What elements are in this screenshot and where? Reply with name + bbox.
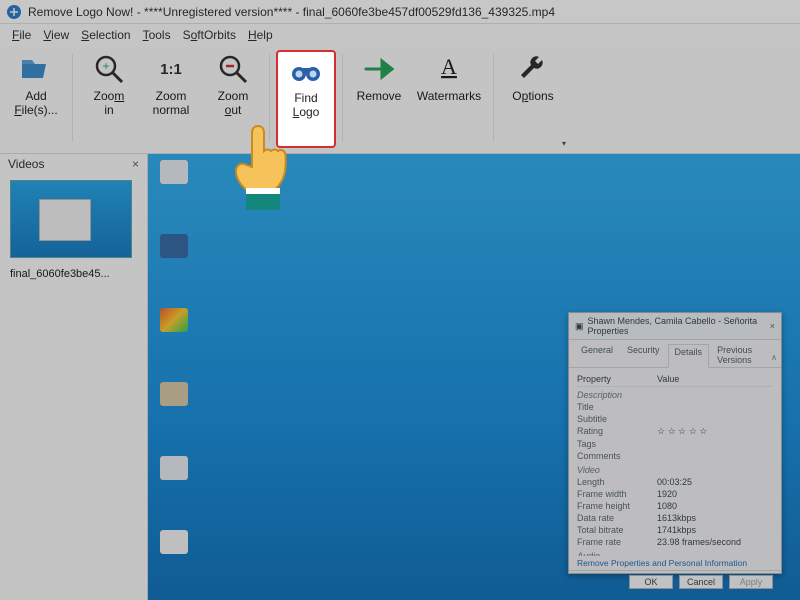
menu-file[interactable]: File [12, 28, 31, 42]
video-canvas[interactable]: ▣ Shawn Mendes, Camila Cabello - Señorit… [148, 154, 800, 600]
prop-val: 23.98 frames/second [657, 537, 741, 547]
zoom-in-icon: + [92, 52, 126, 86]
sidebar-header: Videos × [0, 154, 147, 174]
prop-key: Frame width [577, 489, 649, 499]
separator [72, 54, 73, 142]
prop-key: Rating [577, 426, 649, 437]
properties-dialog: ▣ Shawn Mendes, Camila Cabello - Señorit… [568, 312, 782, 574]
apply-button[interactable]: Apply [729, 575, 773, 589]
options-expand-icon[interactable]: ▾ [562, 139, 566, 148]
prop-val: 1920 [657, 489, 677, 499]
tab-security[interactable]: Security [621, 343, 666, 367]
zoom-out-icon [216, 52, 250, 86]
section-video: Video [577, 462, 773, 476]
prop-key: Length [577, 477, 649, 487]
app-icon [6, 4, 22, 20]
tab-details[interactable]: Details [668, 344, 710, 368]
video-thumbnail-label: final_6060fe3be45... [10, 268, 137, 280]
prop-val: 00:03:25 [657, 477, 692, 487]
find-logo-button[interactable]: FindLogo [276, 50, 336, 148]
svg-text:+: + [102, 59, 109, 73]
zoom-in-label: Zoomin [94, 90, 125, 118]
wrench-icon [516, 52, 550, 86]
sidebar-title: Videos [8, 157, 44, 171]
zoom-in-button[interactable]: + Zoomin [79, 50, 139, 148]
remove-label: Remove [357, 90, 402, 104]
window-title: Remove Logo Now! - ****Unregistered vers… [28, 5, 555, 19]
section-audio: Audio [577, 548, 773, 556]
cancel-button[interactable]: Cancel [679, 575, 723, 589]
add-files-button[interactable]: AddFile(s)... [6, 50, 66, 148]
folder-open-icon [19, 52, 53, 86]
add-files-label: AddFile(s)... [14, 90, 57, 118]
remove-properties-link[interactable]: Remove Properties and Personal Informati… [569, 556, 781, 570]
prop-key: Frame height [577, 501, 649, 511]
zoom-out-button[interactable]: Zoomout [203, 50, 263, 148]
zoom-normal-icon: 1:1 [154, 52, 188, 86]
menu-bar: File View Selection Tools SoftOrbits Hel… [0, 24, 800, 46]
menu-tools[interactable]: Tools [143, 28, 171, 42]
zoom-normal-label: Zoomnormal [153, 90, 190, 118]
binoculars-icon [289, 54, 323, 88]
desktop-icon [154, 160, 194, 200]
separator [269, 54, 270, 142]
prop-key: Title [577, 402, 649, 412]
properties-body: Property Value Description Title Subtitle… [569, 368, 781, 556]
prop-val: ☆ ☆ ☆ ☆ ☆ [657, 426, 707, 437]
video-thumbnail[interactable] [10, 180, 132, 258]
desktop-icon [154, 308, 194, 348]
desktop-icon [154, 456, 194, 496]
prop-key: Comments [577, 451, 649, 461]
col-value: Value [657, 374, 679, 384]
options-button[interactable]: Options ▾ [500, 50, 566, 148]
properties-titlebar[interactable]: ▣ Shawn Mendes, Camila Cabello - Señorit… [569, 313, 781, 340]
prop-key: Frame rate [577, 537, 649, 547]
tab-previous-versions[interactable]: Previous Versions [711, 343, 775, 367]
desktop-icon [154, 382, 194, 422]
desktop-icons-column [154, 160, 194, 570]
menu-help[interactable]: Help [248, 28, 273, 42]
menu-softorbits[interactable]: SoftOrbits [183, 28, 236, 42]
text-watermark-icon: A [432, 52, 466, 86]
prop-key: Tags [577, 439, 649, 449]
toolbar: AddFile(s)... + Zoomin 1:1 Zoomnormal Zo… [0, 46, 800, 154]
prop-key: Total bitrate [577, 525, 649, 535]
work-area: Videos × final_6060fe3be45... ▣ Shawn Me… [0, 154, 800, 600]
menu-view[interactable]: View [43, 28, 69, 42]
watermarks-button[interactable]: A Watermarks [411, 50, 487, 148]
ok-button[interactable]: OK [629, 575, 673, 589]
close-icon[interactable]: × [770, 321, 775, 331]
properties-tabs: General Security Details Previous Versio… [569, 340, 781, 368]
properties-buttons: OK Cancel Apply [569, 570, 781, 593]
desktop-icon [154, 530, 194, 570]
scroll-up-icon[interactable]: ∧ [771, 353, 777, 362]
videos-sidebar: Videos × final_6060fe3be45... [0, 154, 148, 600]
prop-val: 1613kbps [657, 513, 696, 523]
remove-button[interactable]: Remove [349, 50, 409, 148]
arrow-right-icon [362, 52, 396, 86]
tab-general[interactable]: General [575, 343, 619, 367]
separator [493, 54, 494, 142]
find-logo-label: FindLogo [293, 92, 320, 120]
prop-key: Data rate [577, 513, 649, 523]
desktop-icon [154, 234, 194, 274]
svg-text:A: A [441, 54, 457, 79]
properties-title: Shawn Mendes, Camila Cabello - Señorita … [588, 316, 766, 336]
options-label: Options [512, 90, 553, 104]
separator [342, 54, 343, 142]
col-property: Property [577, 374, 649, 384]
prop-val: 1741kbps [657, 525, 696, 535]
sidebar-close-icon[interactable]: × [132, 157, 139, 171]
title-bar: Remove Logo Now! - ****Unregistered vers… [0, 0, 800, 24]
prop-key: Subtitle [577, 414, 649, 424]
watermarks-label: Watermarks [417, 90, 481, 104]
zoom-out-label: Zoomout [218, 90, 249, 118]
menu-selection[interactable]: Selection [81, 28, 130, 42]
zoom-normal-button[interactable]: 1:1 Zoomnormal [141, 50, 201, 148]
prop-val: 1080 [657, 501, 677, 511]
section-description: Description [577, 387, 773, 401]
info-icon: ▣ [575, 321, 584, 332]
